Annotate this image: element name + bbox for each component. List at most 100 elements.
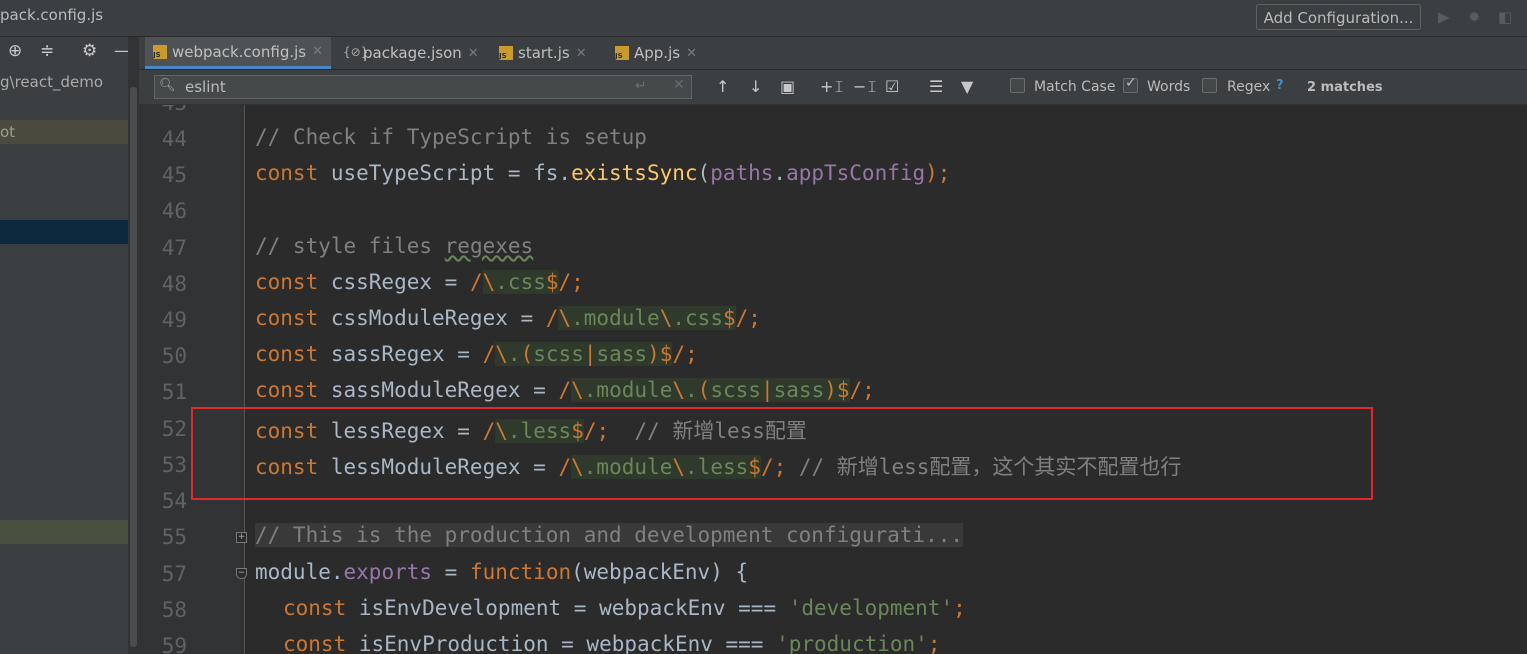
expand-fold-icon[interactable]: + [236, 532, 247, 543]
words-label[interactable]: Words [1147, 79, 1190, 95]
sidebar-highlight-row-2[interactable] [0, 520, 128, 544]
line-number: 50 [161, 344, 187, 368]
js-file-icon: JS [153, 44, 167, 59]
remove-occurrence-icon[interactable]: −𝙸 [853, 77, 878, 97]
tab-package-json[interactable]: {⊘} package.json ✕ [343, 37, 479, 69]
code-line-44[interactable]: // Check if TypeScript is setup [255, 125, 647, 149]
collapse-fold-icon[interactable]: − [236, 568, 247, 579]
code-line-50[interactable]: const sassRegex = /\.(scss|sass)$/; [255, 342, 698, 366]
add-occurrence-icon[interactable]: +𝙸 [820, 77, 845, 97]
line-number: 47 [161, 236, 187, 260]
code-line-47[interactable]: // style files regexes [255, 234, 533, 258]
code-line-55-folded[interactable]: // This is the production and developmen… [255, 523, 964, 547]
search-input[interactable]: 🔍︎ eslint ↵ ✕ [154, 75, 692, 99]
code-line-48[interactable]: const cssRegex = /\.css$/; [255, 270, 584, 294]
previous-occurrence-icon[interactable]: ↑ [716, 77, 729, 96]
sidebar-scrollbar[interactable] [128, 37, 139, 654]
locate-icon[interactable]: ⊕ [8, 41, 22, 61]
code-line-45[interactable]: const useTypeScript = fs.existsSync(path… [255, 161, 950, 185]
code-line-58[interactable]: const isEnvDevelopment = webpackEnv === … [283, 596, 966, 620]
keyword-const: const [255, 270, 319, 294]
keyword-function: function [469, 560, 572, 584]
property-name: exports [343, 560, 433, 584]
close-icon[interactable]: ✕ [576, 46, 587, 61]
line-number: 53 [161, 453, 187, 477]
match-case-checkbox[interactable] [1010, 78, 1025, 93]
tab-label: start.js [518, 44, 570, 62]
property-name: appTsConfig [786, 161, 926, 185]
add-configuration-button[interactable]: Add Configuration... [1256, 4, 1421, 30]
regex-label[interactable]: Regex [1227, 79, 1270, 95]
code-editor[interactable]: 43 44 45 46 47 48 49 50 51 52 53 54 55 5… [139, 105, 1527, 654]
keyword-const: const [283, 596, 347, 620]
code-text: sassModuleRegex = [318, 378, 559, 402]
gear-icon[interactable]: ⚙ [82, 41, 97, 61]
filter-options-icon[interactable]: ☰ [929, 77, 943, 96]
search-query[interactable]: eslint [185, 78, 226, 96]
code-line-59[interactable]: const isEnvProduction = webpackEnv === '… [283, 632, 940, 654]
line-number: 58 [161, 598, 187, 622]
next-occurrence-icon[interactable]: ↓ [749, 77, 762, 96]
filter-icon[interactable]: ▼ [961, 77, 973, 96]
code-text: useTypeScript = fs. [318, 161, 572, 185]
keyword-const: const [255, 378, 319, 402]
code-text: . [773, 161, 787, 185]
regex-help-icon[interactable]: ? [1276, 78, 1284, 93]
line-number: 55 [161, 525, 187, 549]
tab-app-js[interactable]: JS App.js ✕ [615, 37, 697, 69]
line-number: 44 [161, 127, 187, 151]
match-case-label[interactable]: Match Case [1034, 79, 1115, 95]
project-path[interactable]: g\react_demo [0, 73, 103, 91]
typo-word: regexes [444, 234, 534, 258]
code-text: (webpackEnv) { [571, 560, 749, 584]
code-line-57[interactable]: module.exports = function(webpackEnv) { [255, 560, 748, 584]
select-all-occurrences-icon[interactable]: ▣ [780, 77, 795, 96]
tab-label: package.json [363, 44, 462, 62]
search-icon[interactable]: 🔍︎ [159, 78, 176, 93]
debug-icon[interactable]: ✹ [1468, 8, 1481, 26]
line-number: 49 [161, 308, 187, 332]
tab-start-js[interactable]: JS start.js ✕ [499, 37, 587, 69]
regex-literal: \.(scss|sass)$ [495, 342, 673, 366]
run-icon[interactable]: ▶ [1438, 8, 1450, 26]
find-bar: 🔍︎ eslint ↵ ✕ ↑ ↓ ▣ +𝙸 −𝙸 ☑ ☰ ▼ Match Ca… [139, 70, 1527, 105]
new-line-icon[interactable]: ↵ [635, 78, 647, 94]
close-icon[interactable]: ✕ [468, 46, 479, 61]
code-line-49[interactable]: const cssModuleRegex = /\.module\.css$/; [255, 306, 761, 330]
tab-webpack-config[interactable]: JS webpack.config.js ✕ [145, 37, 331, 69]
code-text: = [432, 560, 470, 584]
sidebar-item-label: ot [0, 123, 16, 141]
code-text: module [255, 560, 331, 584]
sidebar-toolbar: ⊕ ≑ ⚙ — [0, 37, 128, 67]
scrollbar-thumb[interactable] [130, 87, 137, 647]
line-number: 43 [139, 105, 187, 115]
collapse-all-icon[interactable]: ≑ [40, 41, 54, 61]
clear-icon[interactable]: ✕ [673, 77, 685, 93]
hide-icon[interactable]: — [114, 41, 128, 61]
js-file-icon: JS [615, 46, 629, 60]
code-text: . [330, 560, 344, 584]
property-name: paths [710, 161, 774, 185]
tab-label: App.js [634, 44, 681, 62]
keyword-const: const [255, 161, 319, 185]
regex-literal: \.css$ [482, 270, 559, 294]
code-line-51[interactable]: const sassModuleRegex = /\.module\.(scss… [255, 378, 875, 402]
code-punct: ); [925, 161, 951, 185]
editor-tabs: JS webpack.config.js ✕ {⊘} package.json … [139, 37, 1527, 70]
close-icon[interactable]: ✕ [686, 46, 697, 61]
json-file-icon: {⊘} [343, 45, 369, 59]
code-text: cssModuleRegex = [318, 306, 546, 330]
line-number: 45 [161, 163, 187, 187]
words-checkbox[interactable] [1123, 75, 1138, 93]
close-icon[interactable]: ✕ [312, 44, 323, 59]
sidebar-highlight-row[interactable]: ot [0, 120, 128, 144]
line-number: 59 [161, 634, 187, 654]
js-file-icon: JS [499, 46, 513, 60]
comment-text: // style files [255, 234, 445, 258]
coverage-icon[interactable]: ◧ [1498, 8, 1512, 26]
regex-checkbox[interactable] [1202, 78, 1217, 93]
select-all-matches-icon[interactable]: ☑ [885, 77, 899, 96]
code-text: isEnvDevelopment = webpackEnv === [346, 596, 789, 620]
code-text: isEnvProduction = webpackEnv === [346, 632, 777, 654]
sidebar-selected-row[interactable] [0, 220, 128, 244]
